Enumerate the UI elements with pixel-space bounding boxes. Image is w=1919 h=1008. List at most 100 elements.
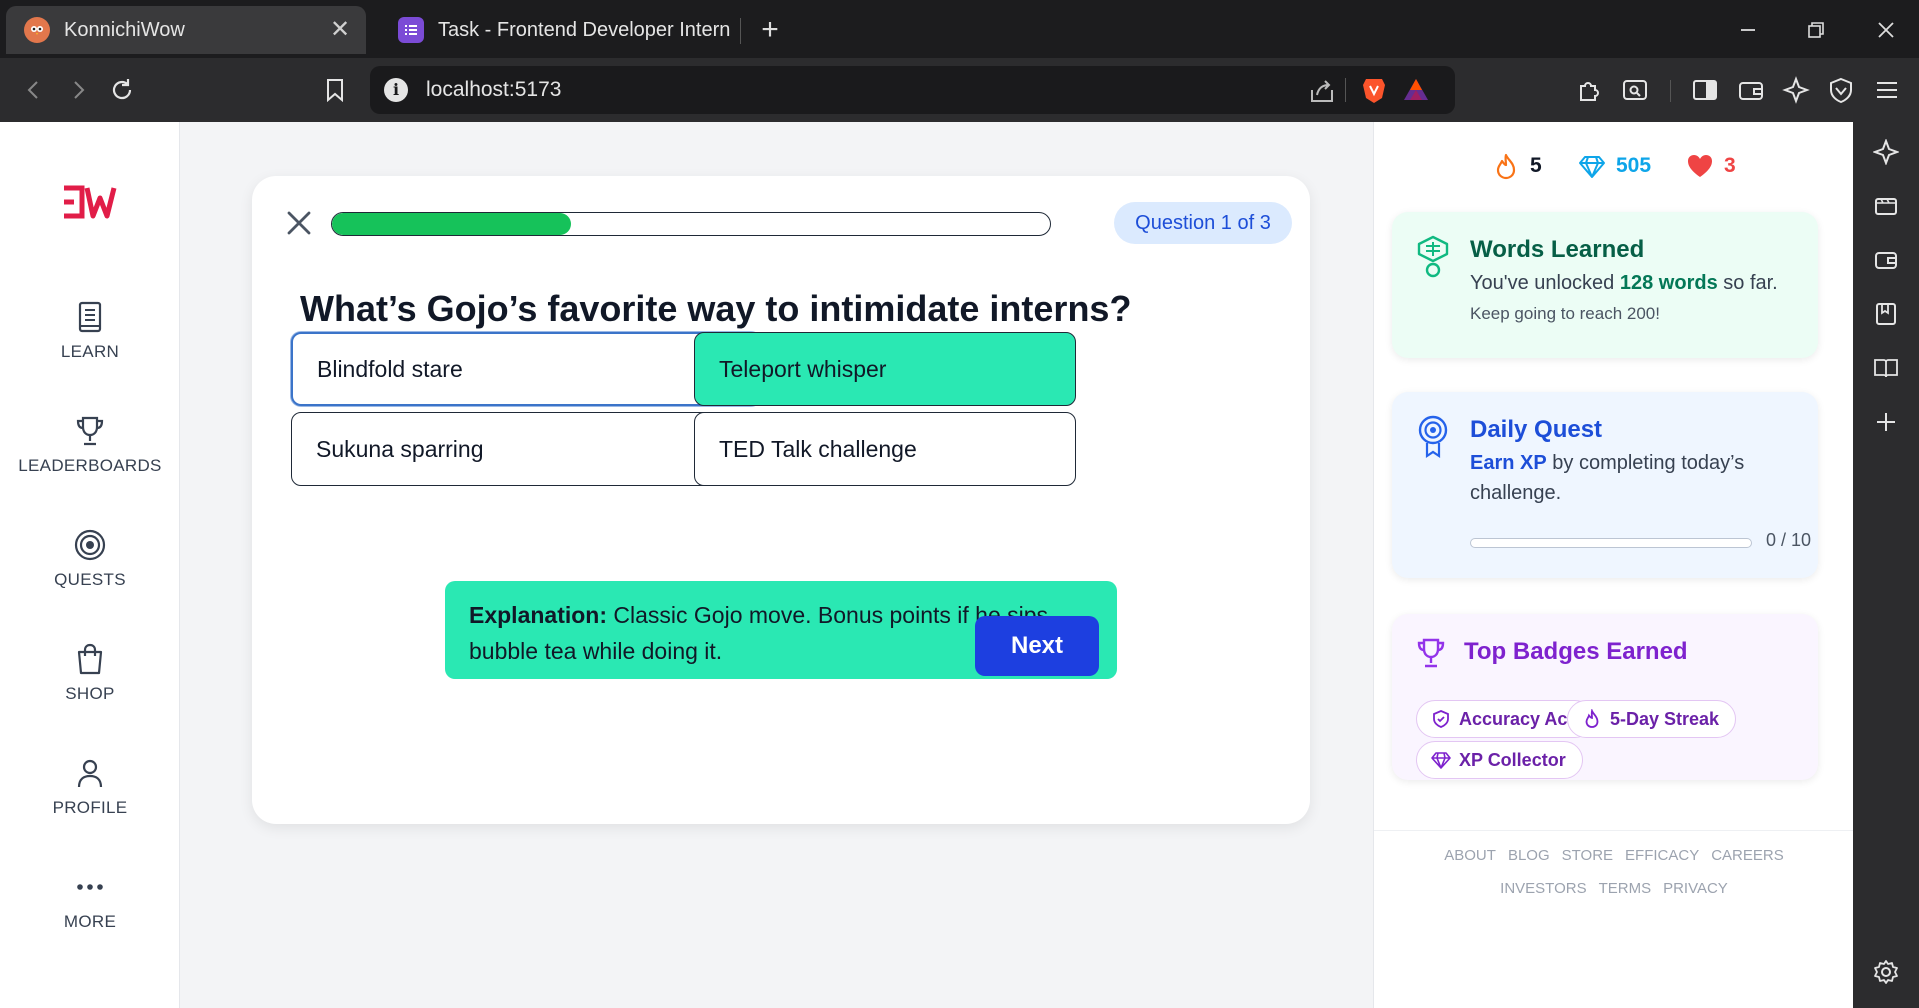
settings-gear-icon[interactable]	[1868, 954, 1904, 990]
leo-ai-icon[interactable]	[1868, 134, 1904, 170]
new-tab-icon[interactable]: +	[752, 12, 788, 48]
sidebar-item-label: SHOP	[65, 684, 115, 703]
badge-xp-collector[interactable]: XP Collector	[1416, 741, 1583, 779]
sidebar-item-quests[interactable]: QUESTS	[0, 528, 180, 608]
reload-icon[interactable]	[102, 70, 142, 110]
sidebar-item-label: LEADERBOARDS	[18, 456, 162, 475]
bookmark-icon[interactable]	[315, 70, 355, 110]
hearts-count: 3	[1724, 154, 1736, 177]
minimize-icon[interactable]	[1728, 10, 1768, 50]
back-icon[interactable]	[14, 70, 54, 110]
vpn-shield-icon[interactable]	[1823, 72, 1859, 108]
close-quiz-icon[interactable]	[282, 206, 316, 240]
toolbar-divider	[1670, 80, 1671, 102]
flame-icon	[1585, 709, 1599, 728]
sidebar-item-profile[interactable]: PROFILE	[0, 756, 180, 836]
shopping-bag-icon	[77, 643, 103, 675]
sidebar-item-label: MORE	[63, 912, 117, 931]
url-bar[interactable]: i localhost:5173	[370, 66, 1455, 114]
badge-5-day-streak[interactable]: 5-Day Streak	[1567, 700, 1737, 738]
target-badge-icon	[1418, 415, 1448, 459]
close-tab-icon[interactable]: ✕	[326, 16, 354, 44]
gem-icon	[1579, 156, 1605, 178]
tab-title: Task - Frontend Developer Intern	[438, 18, 731, 41]
book-icon	[78, 301, 102, 333]
footer-link-investors[interactable]: INVESTORS	[1500, 880, 1586, 897]
quiz-card: Question 1 of 3 What’s Gojo’s favorite w…	[252, 176, 1310, 824]
answer-option[interactable]: Sukuna sparring	[291, 412, 761, 486]
answer-option[interactable]: Blindfold stare	[291, 332, 761, 406]
trophy-icon	[1417, 638, 1445, 668]
share-icon[interactable]	[1307, 76, 1337, 106]
tab-konnichiwow[interactable]: KonnichiWow ✕	[6, 6, 366, 54]
wallet-icon[interactable]	[1733, 72, 1769, 108]
footer-link-about[interactable]: ABOUT	[1444, 847, 1496, 864]
brave-shields-icon[interactable]	[1358, 74, 1390, 106]
form-favicon-icon	[398, 17, 424, 43]
bookmarks-icon[interactable]	[1868, 296, 1904, 332]
leo-ai-icon[interactable]	[1778, 72, 1814, 108]
omnibox-divider	[1345, 78, 1346, 102]
site-info-icon[interactable]: i	[384, 78, 408, 102]
words-learned-card: Words Learned You've unlocked 128 words …	[1392, 212, 1818, 358]
top-badges-card: Top Badges Earned Accuracy Ace 5-Day Str…	[1392, 614, 1818, 780]
shield-check-icon	[1433, 710, 1449, 728]
gems-stat[interactable]: 505	[1578, 146, 1651, 186]
more-dots-icon	[77, 884, 103, 890]
quiz-progress-fill	[332, 213, 572, 235]
sidebar-toggle-icon[interactable]	[1687, 72, 1723, 108]
words-learned-subtext: Keep going to reach 200!	[1470, 304, 1660, 323]
badge-label: XP Collector	[1459, 749, 1566, 770]
url-text[interactable]: localhost:5173	[426, 78, 561, 102]
streak-count: 5	[1530, 154, 1542, 177]
media-icon[interactable]	[1868, 188, 1904, 224]
footer-link-terms[interactable]: TERMS	[1599, 880, 1652, 897]
close-window-icon[interactable]	[1866, 10, 1906, 50]
wallet-icon[interactable]	[1868, 242, 1904, 278]
answer-option[interactable]: Teleport whisper	[694, 332, 1076, 406]
forward-icon[interactable]	[58, 70, 98, 110]
sidebar-item-shop[interactable]: SHOP	[0, 642, 180, 722]
footer-link-store[interactable]: STORE	[1562, 847, 1613, 864]
tab-task[interactable]: Task - Frontend Developer Intern	[380, 6, 740, 54]
media-search-icon[interactable]	[1617, 72, 1653, 108]
footer-row: ABOUT BLOG STORE EFFICACY CAREERS	[1374, 839, 1854, 872]
sidebar-item-label: PROFILE	[52, 798, 128, 817]
footer-link-efficacy[interactable]: EFFICACY	[1625, 847, 1699, 864]
user-icon	[77, 759, 103, 788]
footer-links: ABOUT BLOG STORE EFFICACY CAREERS INVEST…	[1374, 830, 1854, 905]
restore-icon[interactable]	[1796, 10, 1836, 50]
next-button[interactable]: Next	[975, 616, 1099, 676]
sidebar-item-more[interactable]: MORE	[0, 870, 180, 950]
sidebar-item-leaderboards[interactable]: LEADERBOARDS	[0, 414, 180, 494]
brave-rewards-icon[interactable]	[1400, 74, 1432, 106]
top-badges-title: Top Badges Earned	[1464, 638, 1688, 665]
sidebar-item-label: QUESTS	[54, 570, 126, 589]
footer-link-careers[interactable]: CAREERS	[1711, 847, 1784, 864]
badge-label: 5-Day Streak	[1610, 708, 1720, 729]
menu-icon[interactable]	[1869, 72, 1905, 108]
target-icon	[74, 529, 106, 561]
trophy-icon	[76, 416, 104, 446]
main-content: Question 1 of 3 What’s Gojo’s favorite w…	[180, 122, 1373, 1008]
app-logo[interactable]	[60, 184, 120, 220]
extensions-icon[interactable]	[1571, 72, 1607, 108]
answer-option[interactable]: TED Talk challenge	[694, 412, 1076, 486]
daily-quest-card: Daily Quest Earn XP by completing today’…	[1392, 392, 1818, 578]
sidebar-item-learn[interactable]: LEARN	[0, 300, 180, 380]
heart-icon	[1688, 155, 1712, 177]
quest-progress-bar	[1470, 538, 1752, 548]
footer-link-privacy[interactable]: PRIVACY	[1663, 880, 1728, 897]
badge-label: Accuracy Ace	[1459, 708, 1578, 729]
add-panel-icon[interactable]	[1868, 404, 1904, 440]
app-sidebar: LEARN LEADERBOARDS QUESTS SHOP PROFILE M…	[0, 122, 180, 1008]
explanation-label: Explanation:	[469, 602, 608, 628]
reading-list-icon[interactable]	[1868, 350, 1904, 386]
quest-highlight: Earn XP	[1470, 452, 1547, 474]
footer-link-blog[interactable]: BLOG	[1508, 847, 1550, 864]
quest-progress-text: 0 / 10	[1766, 530, 1812, 550]
hearts-stat[interactable]: 3	[1686, 146, 1736, 186]
words-learned-text: You've unlocked 128 words so far.	[1470, 268, 1778, 298]
words-text-suffix: so far.	[1723, 272, 1778, 294]
streak-stat[interactable]: 5	[1492, 146, 1542, 186]
